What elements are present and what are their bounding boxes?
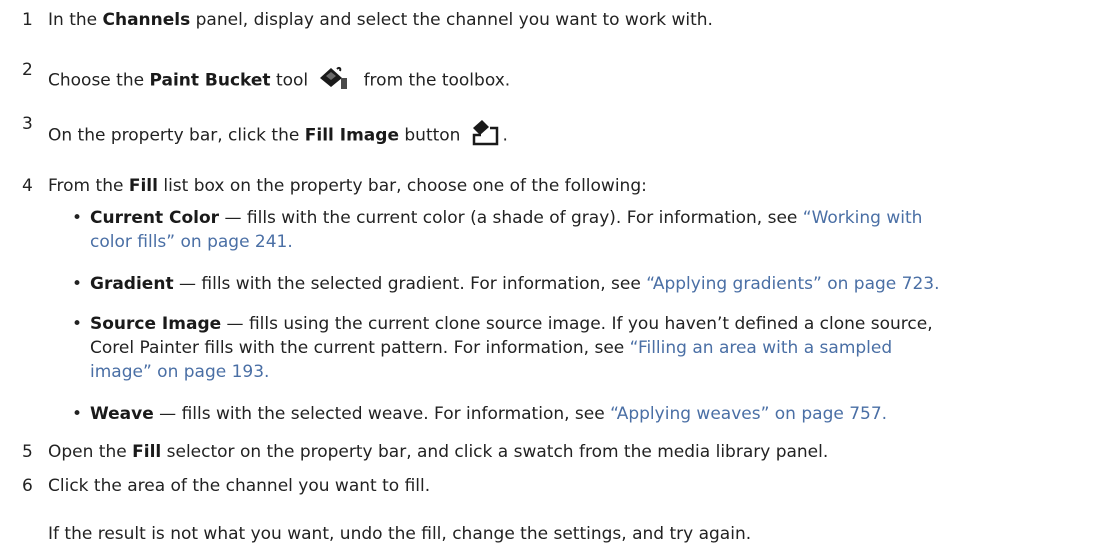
list-item-text: Weave — fills with the selected weave. F…: [90, 402, 1053, 426]
step-text-pre: From the: [48, 176, 129, 196]
step-text: Choose the Paint Bucket tool from the to…: [48, 64, 510, 97]
step-5: 5 Open the Fill selector on the property…: [0, 440, 1093, 464]
cross-reference-link[interactable]: “Applying gradients” on page 723.: [646, 274, 939, 294]
option-description: — fills with the selected gradient. For …: [173, 274, 647, 294]
fill-image-icon: [470, 118, 500, 153]
ui-term-fill: Fill: [132, 442, 162, 462]
step-text: On the property bar, click the Fill Imag…: [48, 118, 508, 153]
cross-reference-link[interactable]: “Filling an area with a sampled: [630, 338, 893, 358]
ui-term-channels: Channels: [102, 10, 191, 30]
option-description: — fills with the current color (a shade …: [219, 208, 803, 228]
step-text-post: .: [502, 125, 508, 146]
step-number: 3: [22, 114, 33, 134]
option-term: Source Image: [90, 314, 222, 334]
note-text: If the result is not what you want, undo…: [48, 524, 752, 544]
step-text-post: selector on the property bar, and click …: [161, 442, 829, 462]
bullet-dot: •: [72, 404, 83, 424]
step-3: 3 On the property bar, click the Fill Im…: [0, 114, 1093, 146]
step-text-post: list box on the property bar, choose one…: [157, 176, 647, 196]
step-text: In the Channels panel, display and selec…: [48, 8, 713, 32]
option-description: — fills with the selected weave. For inf…: [153, 404, 611, 424]
step-number: 4: [22, 176, 33, 196]
step-text-pre: On the property bar, click the: [48, 125, 305, 146]
step-text: From the Fill list box on the property b…: [48, 174, 647, 198]
step-text: Click the area of the channel you want t…: [48, 476, 431, 496]
ui-term-fill-image: Fill Image: [304, 125, 399, 146]
paint-bucket-icon: [318, 64, 348, 97]
step-4: 4 From the Fill list box on the property…: [0, 174, 1093, 198]
option-term: Weave: [90, 404, 154, 424]
option-description: Corel Painter fills with the current pat…: [90, 338, 630, 358]
step-text-mid: button: [398, 125, 461, 146]
step-text: Open the Fill selector on the property b…: [48, 440, 828, 464]
ui-term-fill: Fill: [128, 176, 158, 196]
cross-reference-link[interactable]: “Applying weaves” on page 757.: [610, 404, 887, 424]
option-term: Current Color: [90, 208, 220, 228]
step-2: 2 Choose the Paint Bucket tool from the …: [0, 60, 1093, 91]
option-description: — fills using the current clone source i…: [221, 314, 933, 334]
cross-reference-link[interactable]: image” on page 193.: [90, 362, 269, 382]
step-number: 2: [22, 60, 33, 80]
step-number: 1: [22, 10, 33, 30]
cross-reference-link[interactable]: “Working with: [803, 208, 923, 228]
ui-term-paint-bucket: Paint Bucket: [149, 70, 271, 91]
bullet-dot: •: [72, 208, 83, 228]
step-number: 5: [22, 442, 33, 462]
step-text-pre: Choose the: [48, 70, 150, 91]
cross-reference-link[interactable]: color fills” on page 241.: [90, 232, 293, 252]
list-item-text: Current Color — fills with the current c…: [90, 206, 1053, 254]
bullet-dot: •: [72, 274, 83, 294]
option-term: Gradient: [90, 274, 174, 294]
list-item-text: Source Image — fills using the current c…: [90, 312, 1053, 384]
result-note: If the result is not what you want, undo…: [0, 522, 1093, 546]
step-text-mid: tool: [270, 70, 309, 91]
step-number: 6: [22, 476, 33, 496]
step-1: 1 In the Channels panel, display and sel…: [0, 8, 1093, 32]
step-6: 6 Click the area of the channel you want…: [0, 474, 1093, 498]
bullet-dot: •: [72, 314, 83, 334]
step-text-post: from the toolbox.: [358, 70, 511, 91]
step-text-pre: Open the: [48, 442, 133, 462]
step-text-pre: In the: [48, 10, 103, 30]
list-item-text: Gradient — fills with the selected gradi…: [90, 272, 1053, 296]
step-text-post: panel, display and select the channel yo…: [190, 10, 713, 30]
